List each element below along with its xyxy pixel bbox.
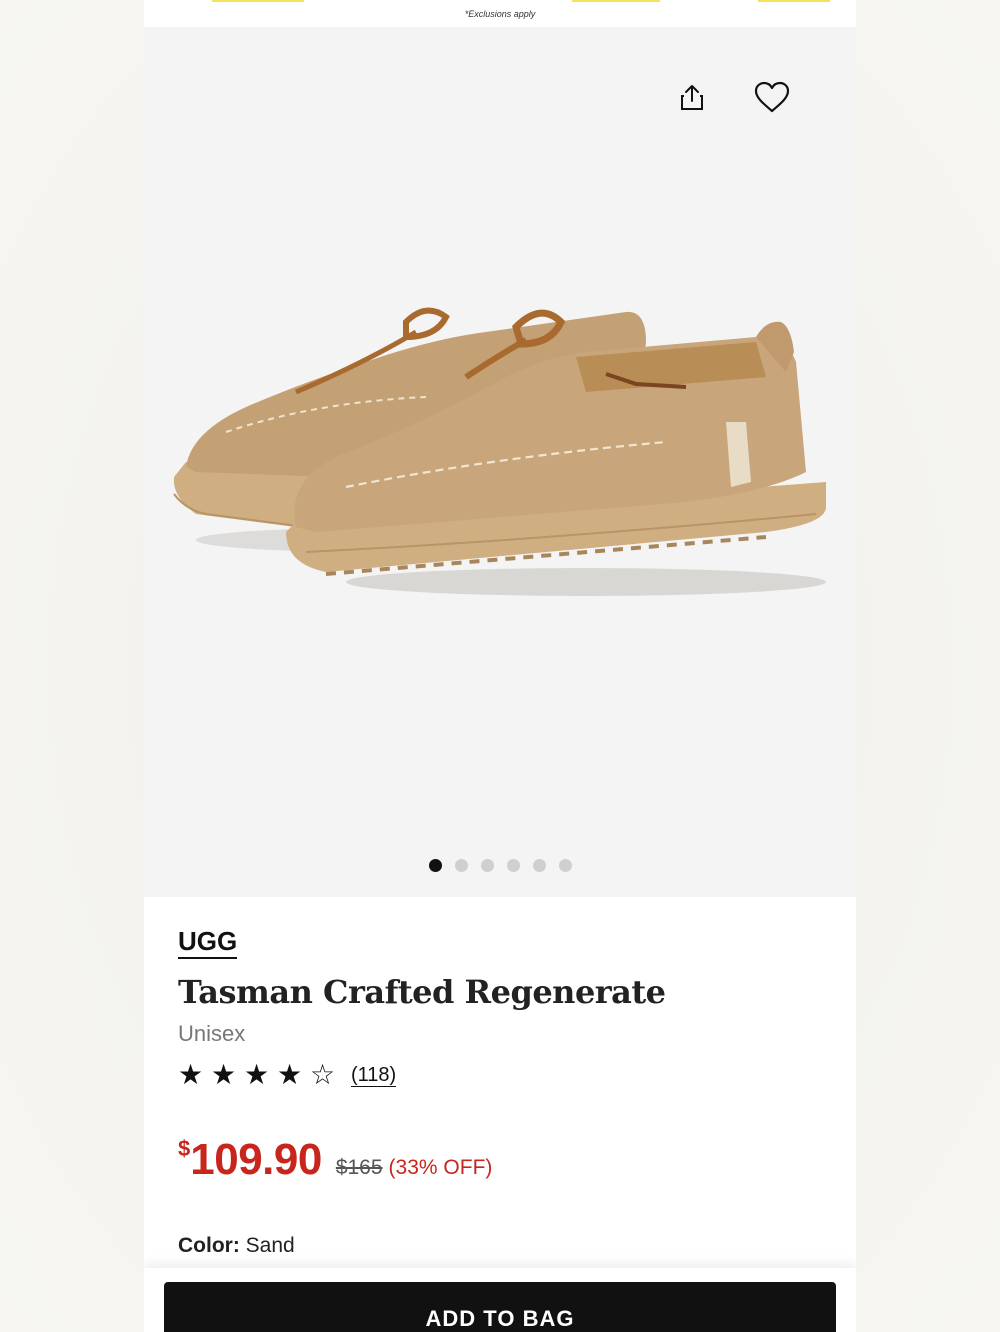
add-to-bag-button[interactable]: ADD TO BAG [164,1282,836,1332]
review-count-link[interactable]: (118) [351,1064,397,1087]
original-price: $165 [335,1156,383,1179]
brand-link[interactable]: UGG [178,927,238,959]
rating[interactable]: ★ ★ ★ ★ ☆ (118) [178,1059,397,1091]
pagination-dot[interactable] [506,859,520,872]
product-title: Tasman Crafted Regenerate [178,973,666,1011]
share-icon [681,85,703,110]
pagination-dot[interactable] [428,859,442,872]
favorite-button[interactable] [750,77,794,117]
price-currency: $ [178,1136,191,1161]
color-label: Color: [178,1234,240,1257]
pagination-dot[interactable] [454,859,468,872]
color-selection: Color: Sand [178,1234,295,1258]
heart-icon [754,81,790,113]
product-page: *Exclusions apply UGG Tasman Crafted Reg… [144,0,856,1332]
product-info: UGG Tasman Crafted Regenerate Unisex ★ ★… [144,897,856,1277]
color-value: Sand [245,1234,295,1257]
promo-banner[interactable]: *Exclusions apply [144,0,856,27]
price-block: $ 109.90 $165 (33% OFF) [178,1135,492,1185]
promo-accent [212,0,304,2]
pagination-dot[interactable] [558,859,572,872]
star-filled-icon: ★ [211,1059,237,1090]
promo-accent [758,0,830,2]
product-image-gallery[interactable] [144,27,856,897]
star-filled-icon: ★ [178,1059,204,1090]
pagination-dot[interactable] [480,859,494,872]
sale-price: 109.90 [190,1135,322,1184]
star-filled-icon: ★ [244,1059,270,1090]
discount-badge: (33% OFF) [388,1156,493,1179]
share-button[interactable] [674,79,710,115]
product-image [173,307,826,596]
product-gender: Unisex [178,1021,246,1046]
sticky-cta-bar: ADD TO BAG [144,1268,856,1332]
exclusions-note: *Exclusions apply [464,9,536,19]
pagination-dot[interactable] [532,859,546,872]
promo-accent [572,0,660,2]
image-pagination[interactable] [144,859,856,872]
star-filled-icon: ★ [277,1059,303,1090]
star-empty-icon: ☆ [310,1059,336,1090]
